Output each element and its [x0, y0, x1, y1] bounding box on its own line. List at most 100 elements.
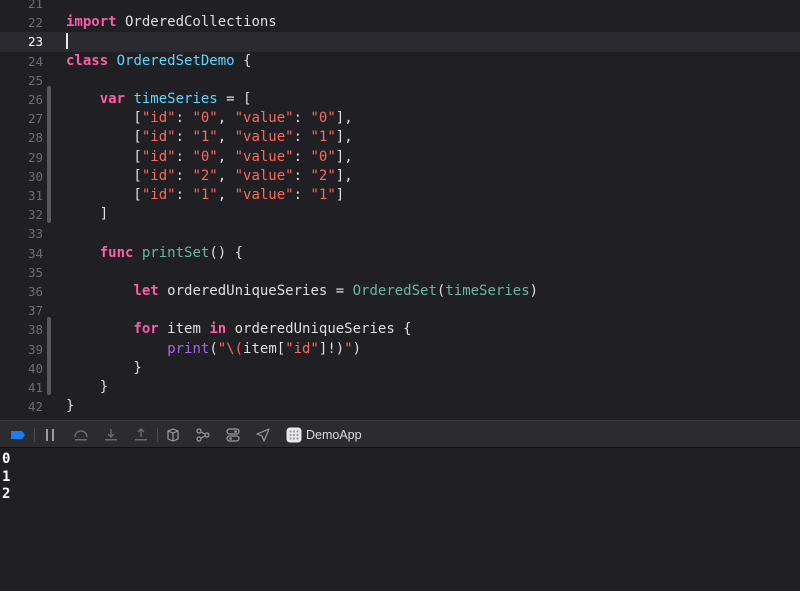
code-token: "value" — [234, 148, 294, 165]
code-token: ], — [335, 129, 353, 146]
app-icon — [286, 427, 302, 443]
step-out-icon[interactable] — [133, 427, 149, 443]
code-token: "value" — [234, 110, 294, 127]
code-text: ] — [66, 205, 108, 224]
line-number: 39 — [27, 341, 43, 357]
code-token: orderedUniqueSeries { — [226, 321, 412, 338]
code-text: ["id": "2", "value": "2"], — [66, 167, 352, 186]
code-text: ["id": "1", "value": "1"] — [66, 186, 344, 205]
code-token: : — [293, 110, 311, 127]
code-line[interactable]: 33 — [0, 224, 800, 243]
memory-graph-icon[interactable] — [195, 427, 211, 443]
code-token: "id" — [141, 148, 176, 165]
breakpoints-toggle-icon[interactable] — [10, 427, 26, 443]
code-line[interactable]: 37 — [0, 301, 800, 320]
code-token: "1" — [310, 129, 336, 146]
code-token: " — [344, 340, 353, 357]
code-token: , — [217, 167, 235, 184]
code-token: : — [293, 148, 311, 165]
code-line[interactable]: 35 — [0, 263, 800, 282]
code-token: OrderedSet — [352, 283, 437, 299]
code-line[interactable]: 40 } — [0, 359, 800, 378]
code-token: class — [66, 52, 109, 69]
code-token: print — [167, 340, 210, 357]
code-line[interactable]: 31 ["id": "1", "value": "1"] — [0, 186, 800, 205]
code-text: } — [66, 378, 108, 397]
debug-console[interactable]: 012 — [0, 448, 800, 591]
code-token: , — [217, 110, 235, 127]
view-hierarchy-icon[interactable] — [165, 427, 181, 443]
code-line[interactable]: 42} — [0, 397, 800, 416]
code-token: : — [175, 129, 193, 146]
step-over-icon[interactable] — [73, 427, 89, 443]
pause-icon[interactable] — [42, 427, 58, 443]
code-token: ] — [335, 187, 345, 203]
code-token: timeSeries — [445, 283, 530, 299]
toolbar-divider — [34, 428, 35, 442]
line-number: 28 — [27, 130, 43, 146]
code-token: ) — [529, 283, 539, 299]
code-token: , — [217, 187, 235, 203]
console-output-line: 0 — [2, 451, 11, 467]
code-text: ["id": "0", "value": "0"], — [66, 109, 353, 128]
code-token: item[ — [243, 340, 286, 357]
code-text: } — [66, 397, 74, 416]
code-line[interactable]: 26 var timeSeries = [ — [0, 90, 800, 109]
line-number: 38 — [27, 322, 43, 338]
code-token: () { — [209, 244, 244, 261]
code-token: "1" — [310, 187, 336, 203]
code-line[interactable]: 30 ["id": "2", "value": "2"], — [0, 167, 800, 186]
line-number: 35 — [27, 264, 43, 280]
code-line[interactable]: 22 import OrderedCollections — [0, 13, 800, 32]
code-token: OrderedCollections — [116, 14, 277, 31]
code-line[interactable]: 32 ] — [0, 205, 800, 224]
line-number: 37 — [27, 303, 43, 319]
code-line[interactable]: 29 ["id": "0", "value": "0"], — [0, 148, 800, 167]
toolbar-divider — [157, 428, 158, 442]
code-token: orderedUniqueSeries = — [158, 283, 353, 299]
code-line[interactable]: 21 — [0, 0, 800, 13]
code-token: : — [293, 167, 311, 184]
simulate-location-icon[interactable] — [255, 427, 271, 443]
console-output-line: 1 — [2, 468, 11, 485]
line-number: 33 — [27, 226, 43, 242]
line-number: 42 — [27, 399, 43, 415]
code-token: var — [99, 91, 126, 107]
code-token: ( — [209, 340, 218, 357]
code-line[interactable]: 25 — [0, 71, 800, 90]
environment-overrides-icon[interactable] — [225, 427, 241, 443]
code-token: timeSeries — [133, 91, 218, 107]
code-text: } — [66, 359, 141, 378]
code-line[interactable]: 39 print("\(item["id"]!)") — [0, 340, 800, 359]
code-line[interactable]: 36 let orderedUniqueSeries = OrderedSet(… — [0, 282, 800, 301]
code-line[interactable]: 41 } — [0, 378, 800, 397]
code-text: ["id": "1", "value": "1"], — [66, 128, 353, 147]
code-token: "2" — [310, 167, 336, 184]
code-editor[interactable]: 21 22 import OrderedCollections 23 24 class O… — [0, 0, 800, 420]
code-line[interactable]: 34 func printSet() { — [0, 244, 800, 263]
code-token: "id" — [141, 167, 176, 184]
code-token: "value" — [234, 129, 294, 146]
code-token: "1" — [192, 129, 218, 146]
code-token: [ — [66, 110, 142, 127]
code-token: : — [175, 110, 193, 127]
code-line[interactable]: 24 class OrderedSetDemo { — [0, 52, 800, 71]
step-into-icon[interactable] — [103, 427, 119, 443]
code-line[interactable]: 28 ["id": "1", "value": "1"], — [0, 128, 800, 147]
code-token: , — [217, 129, 235, 146]
code-token: "id" — [141, 110, 176, 127]
code-line[interactable]: 23 — [0, 32, 800, 52]
process-selector-label[interactable]: DemoApp — [306, 427, 362, 443]
line-number: 40 — [27, 360, 43, 376]
code-line[interactable]: 27 ["id": "0", "value": "0"], — [0, 109, 800, 128]
code-token: ], — [335, 110, 353, 127]
code-token: "2" — [192, 167, 218, 184]
code-token: : — [293, 187, 311, 203]
code-text: print("\(item["id"]!)") — [66, 340, 361, 359]
code-line[interactable]: 38 for item in orderedUniqueSeries { — [0, 320, 800, 339]
code-text: func printSet() { — [66, 244, 243, 263]
